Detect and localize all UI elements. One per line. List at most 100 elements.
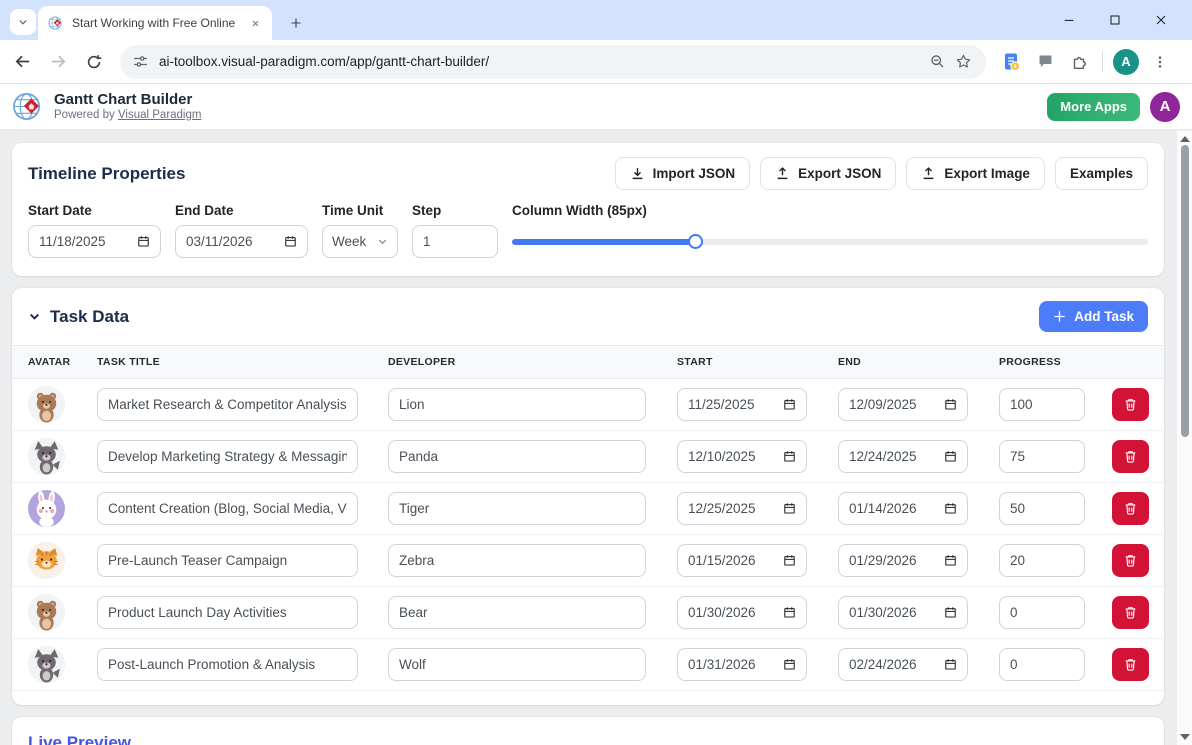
extensions-button[interactable] [1065,48,1093,76]
scrollbar-up-arrow-icon[interactable] [1180,136,1190,142]
task-data-toggle[interactable]: Task Data [28,307,129,327]
calendar-icon[interactable] [783,450,796,463]
progress-input[interactable] [999,388,1085,421]
task-start-date-input[interactable]: 01/30/2026 [677,596,807,629]
maximize-button[interactable] [1092,0,1138,40]
calendar-icon[interactable] [944,502,957,515]
task-start-date-input[interactable]: 11/25/2025 [677,388,807,421]
task-end-date-input[interactable]: 01/14/2026 [838,492,968,525]
export-json-button[interactable]: Export JSON [760,157,896,190]
more-apps-button[interactable]: More Apps [1047,93,1140,121]
app-title: Gantt Chart Builder [54,91,201,108]
calendar-icon[interactable] [944,658,957,671]
minimize-button[interactable] [1046,0,1092,40]
column-width-slider[interactable] [512,225,1148,258]
task-end-date-input[interactable]: 02/24/2026 [838,648,968,681]
page-scrollbar[interactable] [1176,131,1192,745]
calendar-icon[interactable] [783,398,796,411]
add-task-button[interactable]: Add Task [1039,301,1148,332]
back-button[interactable] [8,48,36,76]
forward-button[interactable] [44,48,72,76]
calendar-icon[interactable] [944,554,957,567]
progress-input[interactable] [999,596,1085,629]
zoom-button[interactable] [924,49,950,75]
task-start-date-input[interactable]: 12/10/2025 [677,440,807,473]
slider-track[interactable] [512,239,1148,245]
tab-title: Start Working with Free Online [72,16,246,30]
progress-input[interactable] [999,544,1085,577]
address-bar[interactable]: ai-toolbox.visual-paradigm.com/app/gantt… [120,45,986,79]
progress-input[interactable] [999,440,1085,473]
time-unit-select[interactable]: Week [322,225,398,258]
progress-input[interactable] [999,492,1085,525]
delete-task-button[interactable] [1112,388,1149,421]
task-end-date-input[interactable]: 12/09/2025 [838,388,968,421]
calendar-icon[interactable] [137,235,150,248]
column-header-progress: PROGRESS [999,356,1112,368]
url-text[interactable]: ai-toolbox.visual-paradigm.com/app/gantt… [159,54,924,69]
trash-icon [1123,501,1138,516]
scrollbar-thumb[interactable] [1181,145,1189,437]
delete-task-button[interactable] [1112,440,1149,473]
start-date-input[interactable]: 11/18/2025 [28,225,161,258]
developer-input[interactable] [388,596,646,629]
calendar-icon[interactable] [783,502,796,515]
end-date-input[interactable]: 03/11/2026 [175,225,308,258]
task-start-date-input[interactable]: 01/15/2026 [677,544,807,577]
task-end-date-input[interactable]: 01/29/2026 [838,544,968,577]
new-tab-button[interactable] [284,11,308,35]
task-end-date-input[interactable]: 01/30/2026 [838,596,968,629]
tab-search-button[interactable] [10,9,36,35]
calendar-icon[interactable] [783,554,796,567]
developer-input[interactable] [388,492,646,525]
step-input[interactable] [412,225,498,258]
developer-input[interactable] [388,440,646,473]
calendar-icon[interactable] [783,658,796,671]
task-table-row: 11/25/2025 12/09/2025 [12,379,1164,431]
progress-input[interactable] [999,648,1085,681]
toolbar-divider [1102,52,1103,72]
developer-input[interactable] [388,544,646,577]
examples-button[interactable]: Examples [1055,157,1148,190]
task-table-body: 11/25/2025 12/09/2025 12/10/2025 [12,379,1164,691]
task-title-input[interactable] [97,492,358,525]
task-end-date-input[interactable]: 12/24/2025 [838,440,968,473]
calendar-icon[interactable] [284,235,297,248]
bookmark-button[interactable] [950,49,976,75]
export-image-button[interactable]: Export Image [906,157,1045,190]
delete-task-button[interactable] [1112,648,1149,681]
column-width-thumb[interactable] [688,234,703,249]
visual-paradigm-link[interactable]: Visual Paradigm [118,109,202,121]
browser-menu-button[interactable] [1146,48,1174,76]
developer-input[interactable] [388,388,646,421]
browser-tab[interactable]: Start Working with Free Online [38,6,272,40]
delete-task-button[interactable] [1112,596,1149,629]
task-start-date-input[interactable]: 12/25/2025 [677,492,807,525]
developer-input[interactable] [388,648,646,681]
close-window-button[interactable] [1138,0,1184,40]
star-icon [955,53,972,70]
calendar-icon[interactable] [944,398,957,411]
import-json-button[interactable]: Import JSON [615,157,751,190]
delete-task-button[interactable] [1112,544,1149,577]
task-start-date-input[interactable]: 01/31/2026 [677,648,807,681]
scrollbar-down-arrow-icon[interactable] [1180,734,1190,740]
task-title-input[interactable] [97,596,358,629]
browser-profile-avatar[interactable]: A [1113,49,1139,75]
task-title-input[interactable] [97,544,358,577]
maximize-icon [1107,12,1123,28]
delete-task-button[interactable] [1112,492,1149,525]
trash-icon [1123,553,1138,568]
user-avatar[interactable]: A [1150,92,1180,122]
tab-close-button[interactable] [246,14,264,32]
reload-button[interactable] [80,48,108,76]
task-title-input[interactable] [97,648,358,681]
task-title-input[interactable] [97,388,358,421]
calendar-icon[interactable] [783,606,796,619]
task-title-input[interactable] [97,440,358,473]
task-table-row: 01/15/2026 01/29/2026 [12,535,1164,587]
calendar-icon[interactable] [944,606,957,619]
docs-offline-button[interactable] [997,48,1025,76]
comment-button[interactable] [1031,48,1059,76]
calendar-icon[interactable] [944,450,957,463]
